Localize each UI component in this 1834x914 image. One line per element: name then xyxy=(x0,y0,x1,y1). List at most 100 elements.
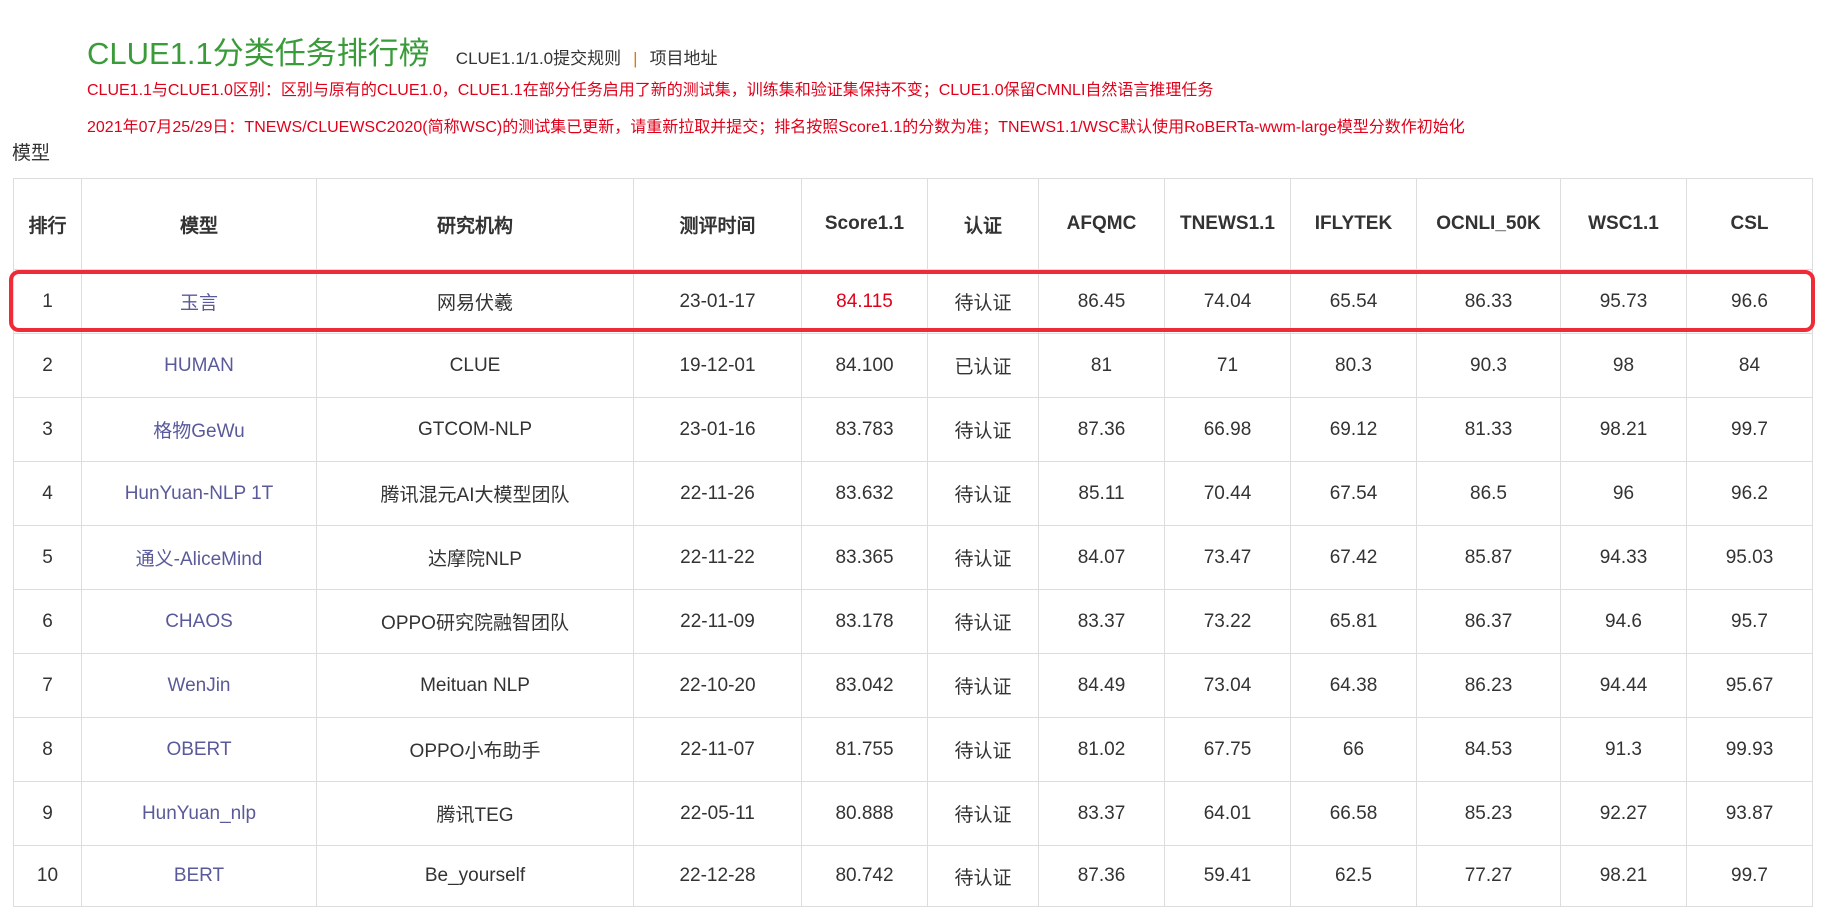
cell-cert: 待认证 xyxy=(927,397,1039,462)
project-link[interactable]: 项目地址 xyxy=(650,49,718,68)
cell-model-link[interactable]: WenJin xyxy=(81,653,317,718)
header-csl: CSL xyxy=(1686,178,1813,270)
cell-afqmc: 84.49 xyxy=(1038,653,1165,718)
header-org: 研究机构 xyxy=(316,178,634,270)
header-cert: 认证 xyxy=(927,178,1039,270)
cell-org: Meituan NLP xyxy=(316,653,634,718)
cell-cert: 已认证 xyxy=(927,333,1039,398)
cell-score: 84.115 xyxy=(801,269,928,334)
cell-afqmc: 87.36 xyxy=(1038,397,1165,462)
cell-rank: 2 xyxy=(13,333,82,398)
table-row: 8 OBERT OPPO小布助手 22-11-07 81.755 待认证 81.… xyxy=(13,717,1813,782)
cell-rank: 9 xyxy=(13,781,82,846)
title-links: CLUE1.1/1.0提交规则 | 项目地址 xyxy=(456,44,718,69)
cell-wsc: 94.6 xyxy=(1560,589,1687,654)
cell-iflytek: 65.81 xyxy=(1290,589,1417,654)
cell-ocnli: 90.3 xyxy=(1416,333,1561,398)
notice-difference: CLUE1.1与CLUE1.0区别：区别与原有的CLUE1.0，CLUE1.1在… xyxy=(87,82,1214,99)
cell-date: 22-11-09 xyxy=(633,589,802,654)
cell-tnews: 74.04 xyxy=(1164,269,1291,334)
cell-model-link[interactable]: OBERT xyxy=(81,717,317,782)
cell-score: 83.178 xyxy=(801,589,928,654)
cell-afqmc: 81.02 xyxy=(1038,717,1165,782)
cell-tnews: 73.04 xyxy=(1164,653,1291,718)
cell-score: 84.100 xyxy=(801,333,928,398)
cell-cert: 待认证 xyxy=(927,653,1039,718)
cell-model-link[interactable]: BERT xyxy=(81,845,317,907)
cell-rank: 4 xyxy=(13,461,82,526)
cell-afqmc: 84.07 xyxy=(1038,525,1165,590)
cell-org: 腾讯混元AI大模型团队 xyxy=(316,461,634,526)
cell-ocnli: 85.23 xyxy=(1416,781,1561,846)
cell-ocnli: 84.53 xyxy=(1416,717,1561,782)
cell-org: Be_yourself xyxy=(316,845,634,907)
table-row: 6 CHAOS OPPO研究院融智团队 22-11-09 83.178 待认证 … xyxy=(13,589,1813,654)
cell-model-link[interactable]: 格物GeWu xyxy=(81,397,317,462)
cell-wsc: 98.21 xyxy=(1560,845,1687,907)
page-title: CLUE1.1分类任务排行榜 xyxy=(87,36,430,71)
cell-date: 22-10-20 xyxy=(633,653,802,718)
cell-rank: 5 xyxy=(13,525,82,590)
table-row: 5 通义-AliceMind 达摩院NLP 22-11-22 83.365 待认… xyxy=(13,525,1813,590)
cell-csl: 95.67 xyxy=(1686,653,1813,718)
cell-wsc: 98 xyxy=(1560,333,1687,398)
cell-model-link[interactable]: HUMAN xyxy=(81,333,317,398)
cell-org: 腾讯TEG xyxy=(316,781,634,846)
cell-date: 22-05-11 xyxy=(633,781,802,846)
cell-rank: 1 xyxy=(13,269,82,334)
cell-afqmc: 87.36 xyxy=(1038,845,1165,907)
cell-afqmc: 86.45 xyxy=(1038,269,1165,334)
cell-model-link[interactable]: 通义-AliceMind xyxy=(81,525,317,590)
cell-csl: 93.87 xyxy=(1686,781,1813,846)
rules-link[interactable]: CLUE1.1/1.0提交规则 xyxy=(456,49,621,68)
header-ocnli: OCNLI_50K xyxy=(1416,178,1561,270)
cell-date: 22-11-26 xyxy=(633,461,802,526)
cell-ocnli: 77.27 xyxy=(1416,845,1561,907)
cell-rank: 6 xyxy=(13,589,82,654)
cell-model-link[interactable]: HunYuan_nlp xyxy=(81,781,317,846)
header-model: 模型 xyxy=(81,178,317,270)
header-score: Score1.1 xyxy=(801,178,928,270)
section-label-model: 模型 xyxy=(12,143,51,164)
cell-wsc: 92.27 xyxy=(1560,781,1687,846)
cell-score: 83.365 xyxy=(801,525,928,590)
cell-ocnli: 86.5 xyxy=(1416,461,1561,526)
cell-org: OPPO研究院融智团队 xyxy=(316,589,634,654)
cell-date: 22-11-22 xyxy=(633,525,802,590)
cell-iflytek: 64.38 xyxy=(1290,653,1417,718)
cell-score: 83.632 xyxy=(801,461,928,526)
cell-wsc: 94.44 xyxy=(1560,653,1687,718)
cell-model-link[interactable]: 玉言 xyxy=(81,269,317,334)
header-tnews: TNEWS1.1 xyxy=(1164,178,1291,270)
cell-model-link[interactable]: CHAOS xyxy=(81,589,317,654)
cell-csl: 95.7 xyxy=(1686,589,1813,654)
cell-iflytek: 69.12 xyxy=(1290,397,1417,462)
cell-ocnli: 85.87 xyxy=(1416,525,1561,590)
cell-wsc: 98.21 xyxy=(1560,397,1687,462)
cell-rank: 10 xyxy=(13,845,82,907)
cell-score: 83.783 xyxy=(801,397,928,462)
cell-csl: 96.6 xyxy=(1686,269,1813,334)
table-header-row: 排行 模型 研究机构 测评时间 Score1.1 认证 AFQMC TNEWS1… xyxy=(13,178,1813,270)
header-wsc: WSC1.1 xyxy=(1560,178,1687,270)
title-row: CLUE1.1分类任务排行榜 CLUE1.1/1.0提交规则 | 项目地址 xyxy=(87,28,718,73)
cell-model-link[interactable]: HunYuan-NLP 1T xyxy=(81,461,317,526)
cell-iflytek: 67.54 xyxy=(1290,461,1417,526)
table-row: 7 WenJin Meituan NLP 22-10-20 83.042 待认证… xyxy=(13,653,1813,718)
cell-wsc: 95.73 xyxy=(1560,269,1687,334)
cell-ocnli: 81.33 xyxy=(1416,397,1561,462)
cell-score: 80.888 xyxy=(801,781,928,846)
cell-iflytek: 65.54 xyxy=(1290,269,1417,334)
cell-rank: 7 xyxy=(13,653,82,718)
cell-afqmc: 85.11 xyxy=(1038,461,1165,526)
cell-cert: 待认证 xyxy=(927,461,1039,526)
cell-date: 23-01-17 xyxy=(633,269,802,334)
table-row: 10 BERT Be_yourself 22-12-28 80.742 待认证 … xyxy=(13,845,1813,907)
cell-tnews: 66.98 xyxy=(1164,397,1291,462)
cell-wsc: 96 xyxy=(1560,461,1687,526)
cell-csl: 99.7 xyxy=(1686,397,1813,462)
cell-tnews: 71 xyxy=(1164,333,1291,398)
cell-org: 达摩院NLP xyxy=(316,525,634,590)
cell-tnews: 64.01 xyxy=(1164,781,1291,846)
cell-afqmc: 83.37 xyxy=(1038,589,1165,654)
